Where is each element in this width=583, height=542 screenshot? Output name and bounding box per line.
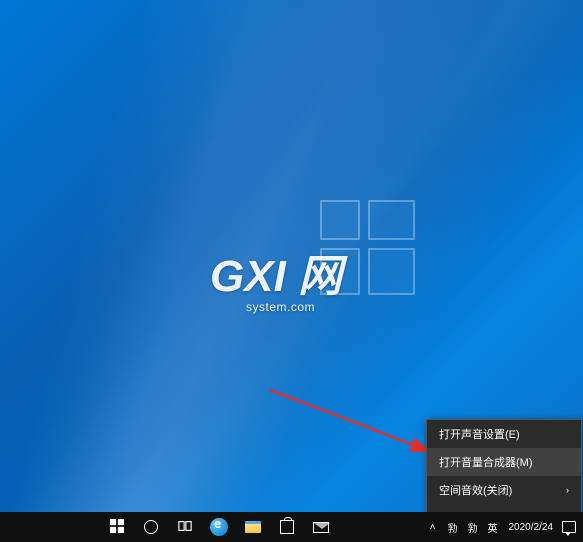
edge-icon: [210, 518, 228, 536]
tray-overflow-button[interactable]: ˄: [423, 512, 443, 542]
file-explorer-button[interactable]: [236, 512, 270, 542]
action-center-icon: [562, 521, 576, 533]
cortana-icon: [144, 520, 158, 534]
task-view-icon: [178, 519, 192, 536]
cortana-button[interactable]: [134, 512, 168, 542]
chevron-right-icon: ›: [566, 485, 569, 495]
menu-item-label: 声音问题疑难解答(T): [439, 510, 541, 512]
task-view-button[interactable]: [168, 512, 202, 542]
menu-item-open-sound-settings[interactable]: 打开声音设置(E): [427, 420, 581, 448]
start-button[interactable]: [100, 512, 134, 542]
watermark-main: GXI 网: [210, 252, 342, 301]
microsoft-store-button[interactable]: [270, 512, 304, 542]
watermark-sub: system.com: [246, 300, 342, 314]
store-icon: [280, 520, 294, 534]
menu-item-open-volume-mixer[interactable]: 打开音量合成器(M): [427, 448, 581, 476]
mail-icon: [313, 522, 329, 533]
ime-indicator-1[interactable]: 㔜: [443, 520, 463, 535]
windows-start-icon: [110, 519, 124, 536]
desktop[interactable]: GXI 网 system.com 打开声音设置(E) 打开音量合成器(M) 空间…: [0, 0, 583, 512]
folder-icon: [245, 521, 261, 533]
watermark: GXI 网 system.com: [210, 240, 342, 314]
chevron-up-icon: ˄: [430, 522, 436, 533]
sound-context-menu: 打开声音设置(E) 打开音量合成器(M) 空间音效(关闭) › 声音问题疑难解答…: [426, 419, 582, 512]
menu-item-label: 打开声音设置(E): [439, 426, 520, 442]
taskbar-tray: ˄ 㔜 㔜 英 2020/2/24: [423, 512, 583, 542]
edge-browser-button[interactable]: [202, 512, 236, 542]
taskbar: ˄ 㔜 㔜 英 2020/2/24: [0, 512, 583, 542]
clock-date: 2020/2/24: [509, 522, 554, 533]
action-center-button[interactable]: [559, 512, 579, 542]
menu-item-troubleshoot-sound[interactable]: 声音问题疑难解答(T): [427, 504, 581, 512]
menu-item-label: 打开音量合成器(M): [439, 454, 533, 470]
taskbar-left: [100, 512, 338, 542]
mail-button[interactable]: [304, 512, 338, 542]
menu-item-label: 空间音效(关闭): [439, 482, 512, 498]
ime-indicator-2[interactable]: 㔜: [463, 520, 483, 535]
menu-item-spatial-sound[interactable]: 空间音效(关闭) ›: [427, 476, 581, 504]
ime-language-indicator[interactable]: 英: [483, 520, 503, 535]
taskbar-clock[interactable]: 2020/2/24: [503, 522, 560, 533]
